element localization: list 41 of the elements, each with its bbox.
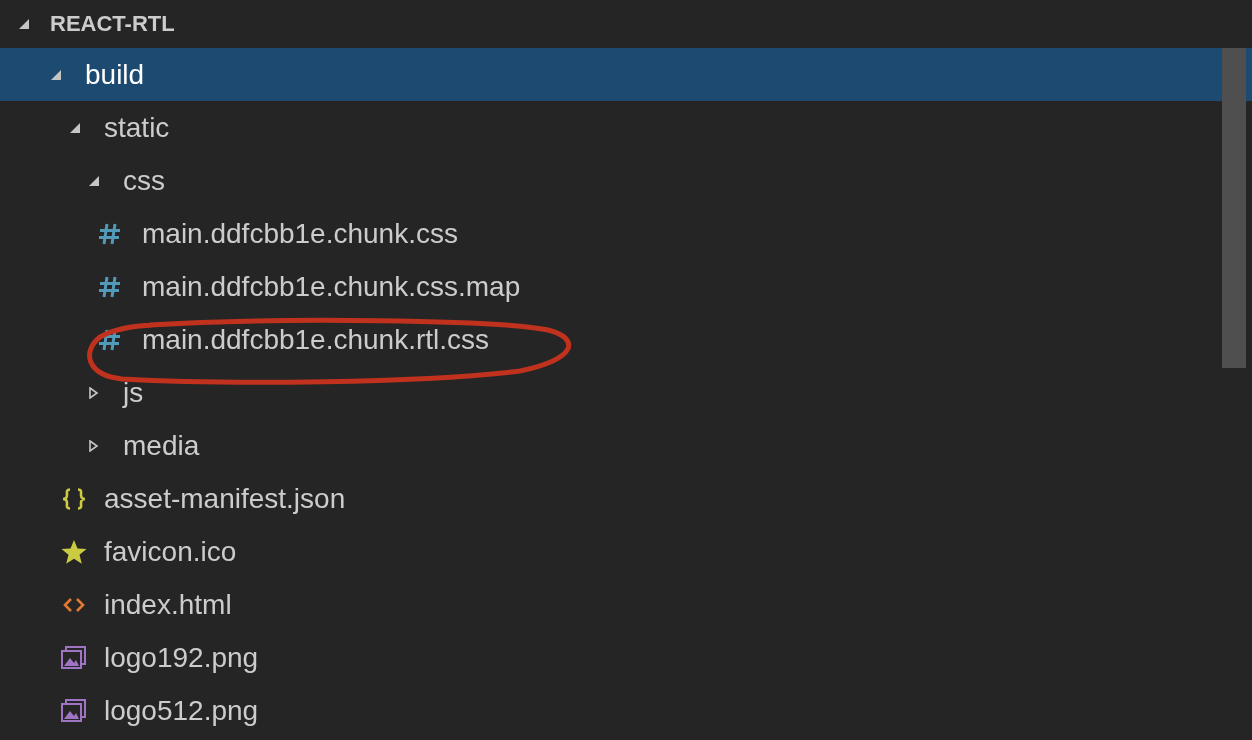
tree-row[interactable]: build [0,48,1252,101]
hash-icon [99,328,121,351]
tree-row[interactable]: js [0,366,1252,419]
expanded-arrow-icon[interactable] [88,174,100,187]
tree-row[interactable]: index.html [0,578,1252,631]
scrollbar[interactable] [1222,48,1246,368]
image-icon [61,644,87,671]
file-name: logo512.png [104,694,259,727]
file-name: main.ddfcbb1e.chunk.css.map [142,270,521,303]
folder-name: build [85,58,145,91]
tree-row[interactable]: logo192.png [0,631,1252,684]
folder-name: media [123,429,200,462]
expanded-arrow-icon[interactable] [18,18,30,30]
expanded-arrow-icon[interactable] [69,121,81,134]
hash-icon [99,222,121,245]
section-title[interactable]: REACT-RTL [50,11,175,37]
file-name: main.ddfcbb1e.chunk.rtl.css [142,323,490,356]
tree-row[interactable]: static [0,101,1252,154]
file-name: main.ddfcbb1e.chunk.css [142,217,458,250]
expanded-arrow-icon[interactable] [50,68,62,81]
tree-row[interactable]: main.ddfcbb1e.chunk.rtl.css [0,313,1252,366]
star-icon [61,538,87,565]
tree-row[interactable]: favicon.ico [0,525,1252,578]
file-name: logo192.png [104,641,259,674]
image-icon [61,697,87,724]
tree-row[interactable]: logo512.png [0,684,1252,737]
folder-name: static [104,111,170,144]
folder-name: js [123,376,144,409]
hash-icon [99,275,121,298]
tree-row[interactable]: asset-manifest.json [0,472,1252,525]
tree-row[interactable]: main.ddfcbb1e.chunk.css [0,207,1252,260]
file-name: favicon.ico [104,535,237,568]
file-name: index.html [104,588,232,621]
tree-row[interactable]: media [0,419,1252,472]
folder-name: css [123,164,165,197]
collapsed-arrow-icon[interactable] [88,439,100,452]
tree-row[interactable]: css [0,154,1252,207]
braces-icon [61,487,87,510]
collapsed-arrow-icon[interactable] [88,386,100,399]
tree-row[interactable]: main.ddfcbb1e.chunk.css.map [0,260,1252,313]
file-name: asset-manifest.json [104,482,346,515]
